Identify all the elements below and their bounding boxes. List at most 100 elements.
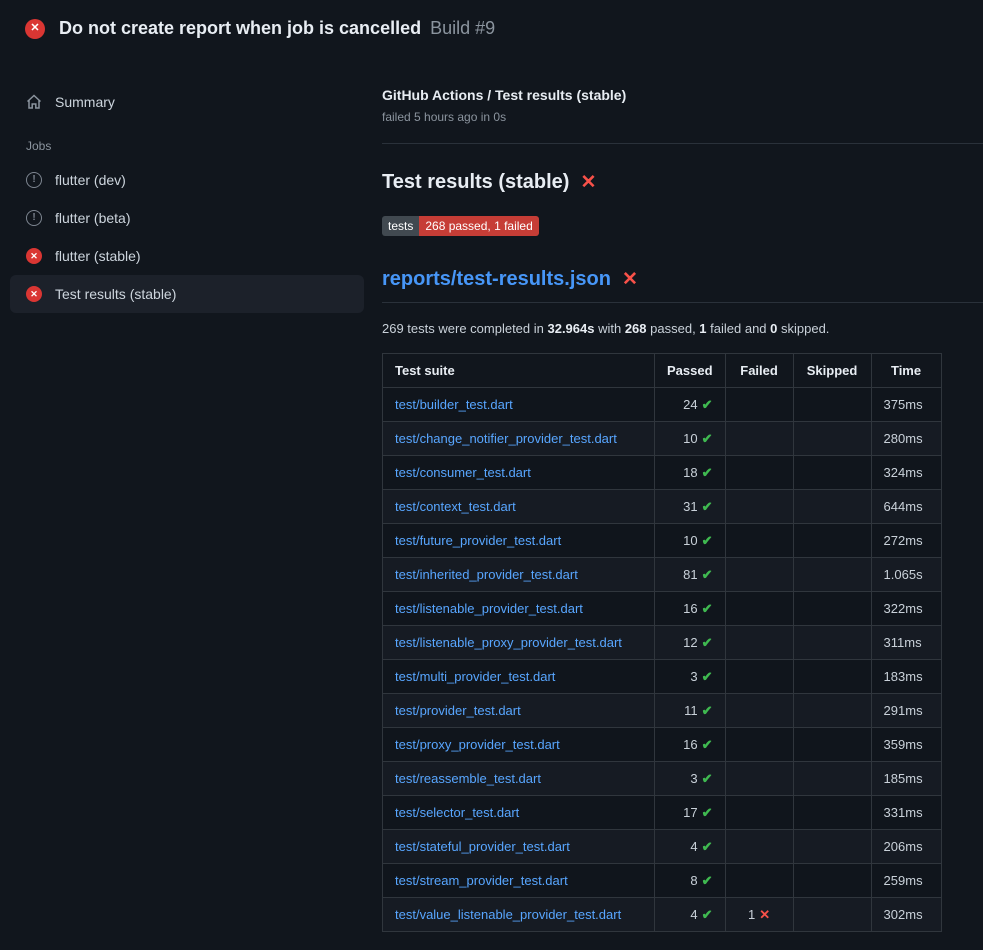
passed-count: 4 (690, 907, 697, 922)
table-row: test/stateful_provider_test.dart 4✔ ✕ 20… (383, 830, 942, 864)
passed-count: 3 (690, 669, 697, 684)
check-icon: ✔ (702, 635, 713, 650)
table-row: test/change_notifier_provider_test.dart … (383, 422, 942, 456)
tests-badge: tests 268 passed, 1 failed (382, 216, 539, 236)
time-value: 183ms (871, 660, 941, 694)
sidebar-item-label: flutter (stable) (55, 248, 141, 264)
test-results-table: Test suite Passed Failed Skipped Time te… (382, 353, 942, 932)
passed-count: 81 (683, 567, 697, 582)
column-header-skipped: Skipped (793, 354, 871, 388)
column-header-test-suite: Test suite (383, 354, 655, 388)
suite-link[interactable]: test/consumer_test.dart (395, 465, 531, 480)
check-icon: ✔ (702, 601, 713, 616)
suite-link[interactable]: test/future_provider_test.dart (395, 533, 561, 548)
passed-count: 3 (690, 771, 697, 786)
time-value: 302ms (871, 898, 941, 932)
failed-count: 1 (748, 907, 755, 922)
suite-link[interactable]: test/stateful_provider_test.dart (395, 839, 570, 854)
time-value: 1.065s (871, 558, 941, 592)
suite-link[interactable]: test/listenable_proxy_provider_test.dart (395, 635, 622, 650)
suite-link[interactable]: test/reassemble_test.dart (395, 771, 541, 786)
passed-count: 17 (683, 805, 697, 820)
column-header-failed: Failed (725, 354, 793, 388)
home-icon (26, 94, 42, 110)
column-header-passed: Passed (655, 354, 726, 388)
suite-link[interactable]: test/stream_provider_test.dart (395, 873, 568, 888)
suite-link[interactable]: test/change_notifier_provider_test.dart (395, 431, 617, 446)
table-row: test/provider_test.dart 11✔ ✕ 291ms (383, 694, 942, 728)
sidebar-item-flutter-beta[interactable]: ! flutter (beta) (10, 199, 364, 237)
suite-link[interactable]: test/multi_provider_test.dart (395, 669, 555, 684)
check-icon: ✔ (702, 805, 713, 820)
passed-count: 10 (683, 431, 697, 446)
check-icon: ✔ (702, 839, 713, 854)
suite-link[interactable]: test/proxy_provider_test.dart (395, 737, 560, 752)
summary-sentence: 269 tests were completed in 32.964s with… (382, 321, 983, 336)
sidebar-item-test-results-stable[interactable]: ✕ Test results (stable) (10, 275, 364, 313)
time-value: 359ms (871, 728, 941, 762)
check-icon: ✔ (702, 431, 713, 446)
section-title: Test results (stable) (382, 171, 569, 194)
summary-text: with (594, 321, 624, 336)
table-row: test/future_provider_test.dart 10✔ ✕ 272… (383, 524, 942, 558)
passed-count: 18 (683, 465, 697, 480)
time-value: 291ms (871, 694, 941, 728)
check-icon: ✔ (702, 703, 713, 718)
table-row: test/reassemble_test.dart 3✔ ✕ 185ms (383, 762, 942, 796)
check-icon: ✔ (702, 771, 713, 786)
neutral-status-icon: ! (26, 210, 42, 226)
sidebar-item-flutter-dev[interactable]: ! flutter (dev) (10, 161, 364, 199)
check-icon: ✔ (702, 465, 713, 480)
suite-link[interactable]: test/provider_test.dart (395, 703, 521, 718)
suite-link[interactable]: test/builder_test.dart (395, 397, 513, 412)
summary-text: failed and (707, 321, 771, 336)
run-failed-icon: ✕ (25, 19, 45, 39)
failed-status-icon: ✕ (26, 248, 42, 264)
check-icon: ✔ (702, 499, 713, 514)
failed-status-icon: ✕ (26, 286, 42, 302)
table-row: test/multi_provider_test.dart 3✔ ✕ 183ms (383, 660, 942, 694)
test-table-body: test/builder_test.dart 24✔ ✕ 375ms test/… (383, 388, 942, 932)
check-icon: ✔ (702, 669, 713, 684)
badge-label: tests (382, 216, 419, 236)
suite-link[interactable]: test/listenable_provider_test.dart (395, 601, 583, 616)
summary-text: skipped. (777, 321, 829, 336)
passed-count: 4 (690, 839, 697, 854)
time-value: 331ms (871, 796, 941, 830)
table-row: test/listenable_provider_test.dart 16✔ ✕… (383, 592, 942, 626)
suite-link[interactable]: test/context_test.dart (395, 499, 516, 514)
check-icon: ✔ (702, 397, 713, 412)
passed-count: 31 (683, 499, 697, 514)
suite-link[interactable]: test/selector_test.dart (395, 805, 519, 820)
time-value: 185ms (871, 762, 941, 796)
run-title: Do not create report when job is cancell… (59, 18, 421, 39)
run-meta: failed 5 hours ago in 0s (382, 110, 983, 124)
time-value: 206ms (871, 830, 941, 864)
summary-text: passed, (647, 321, 700, 336)
check-icon: ✔ (702, 567, 713, 582)
report-file-link[interactable]: reports/test-results.json (382, 268, 611, 291)
sidebar-item-label: flutter (dev) (55, 172, 126, 188)
sidebar-item-label: Test results (stable) (55, 286, 176, 302)
table-header-row: Test suite Passed Failed Skipped Time (383, 354, 942, 388)
suite-link[interactable]: test/inherited_provider_test.dart (395, 567, 578, 582)
section-title-row: Test results (stable) ✕ (382, 171, 983, 194)
passed-count: 10 (683, 533, 697, 548)
x-icon: ✕ (759, 907, 770, 922)
build-number: Build #9 (430, 18, 495, 39)
sidebar-item-flutter-stable[interactable]: ✕ flutter (stable) (10, 237, 364, 275)
sidebar-item-summary[interactable]: Summary (10, 83, 364, 121)
table-row: test/inherited_provider_test.dart 81✔ ✕ … (383, 558, 942, 592)
check-icon: ✔ (702, 907, 713, 922)
failed-x-icon: ✕ (622, 270, 638, 289)
time-value: 644ms (871, 490, 941, 524)
table-row: test/stream_provider_test.dart 8✔ ✕ 259m… (383, 864, 942, 898)
suite-link[interactable]: test/value_listenable_provider_test.dart (395, 907, 621, 922)
jobs-heading: Jobs (10, 121, 364, 161)
passed-count: 11 (684, 703, 698, 718)
run-header: ✕ Do not create report when job is cance… (0, 0, 983, 53)
table-row: test/selector_test.dart 17✔ ✕ 331ms (383, 796, 942, 830)
summary-failed-count: 1 (699, 321, 706, 336)
table-row: test/context_test.dart 31✔ ✕ 644ms (383, 490, 942, 524)
time-value: 259ms (871, 864, 941, 898)
